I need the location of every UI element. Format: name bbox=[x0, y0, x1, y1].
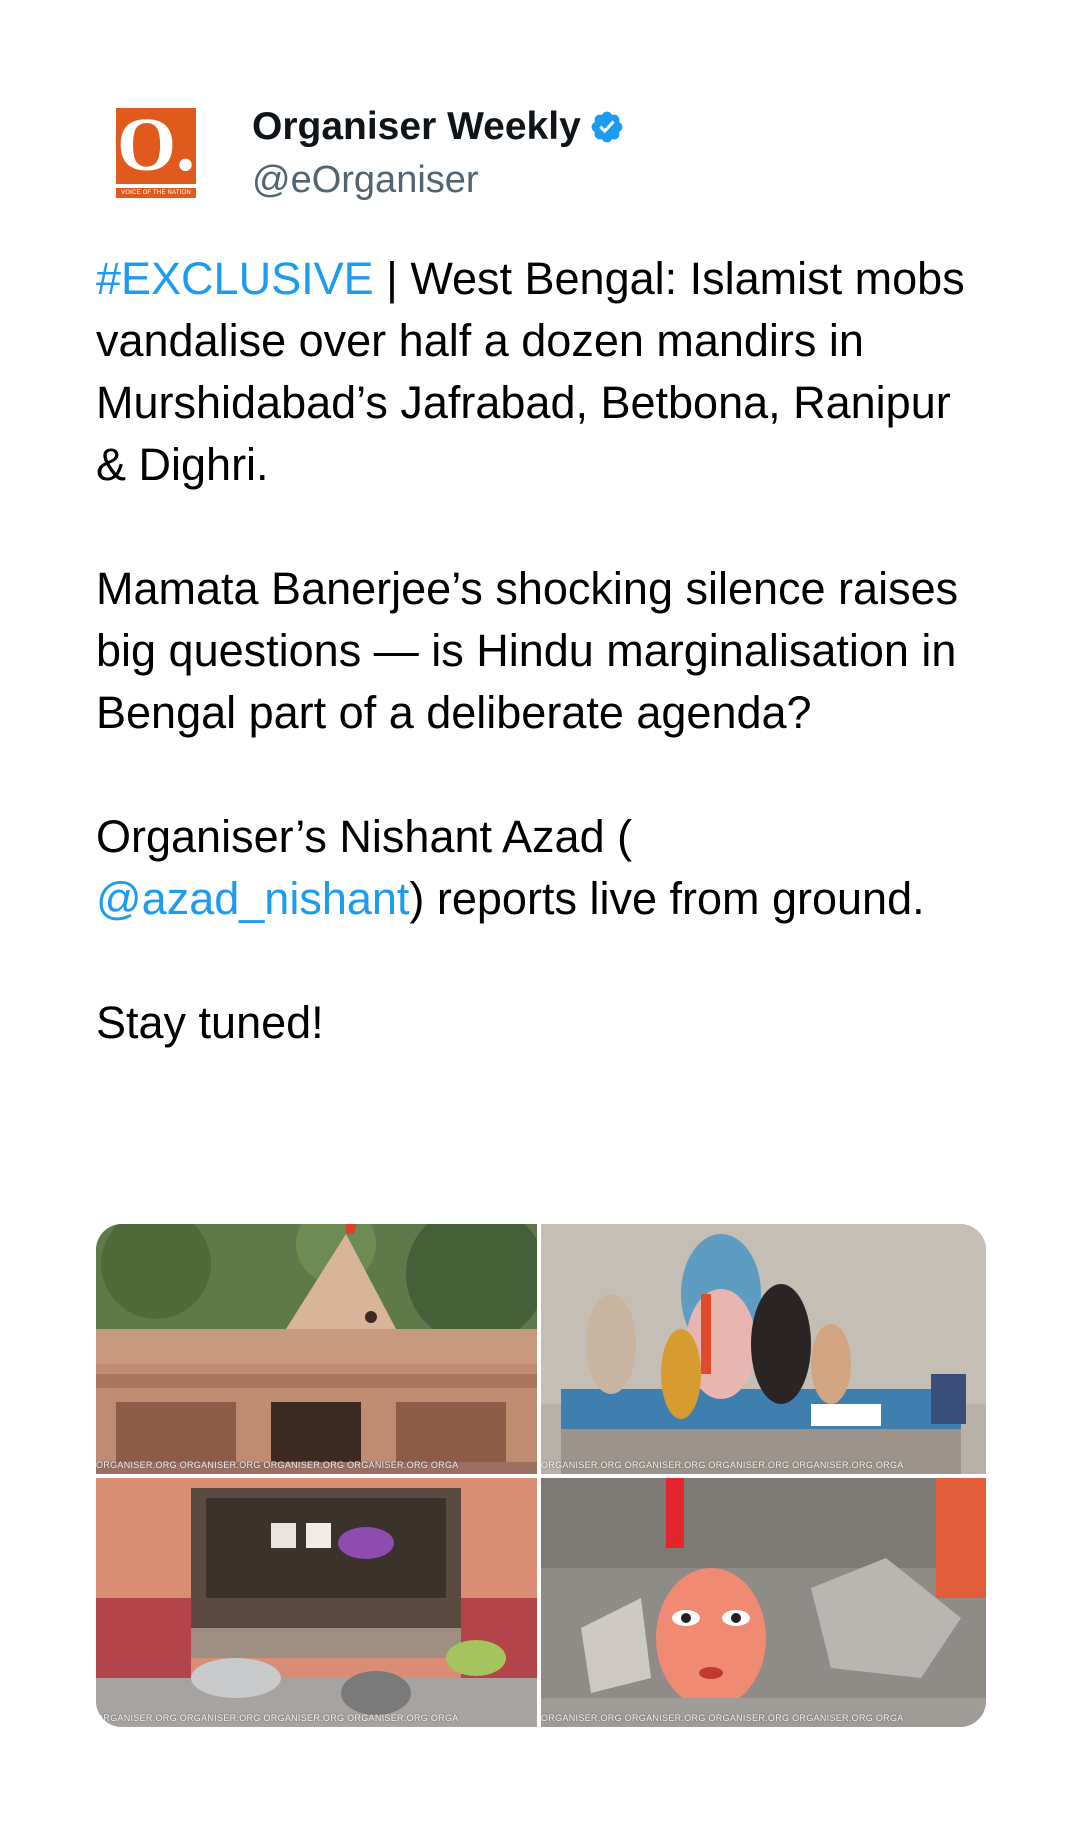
tweet-card: O. VOICE OF THE NATION Organiser Weekly … bbox=[0, 0, 1080, 1822]
temple-exterior-photo bbox=[96, 1224, 537, 1474]
media-grid: ORGANISER.ORG ORGANISER.ORG ORGANISER.OR… bbox=[96, 1224, 986, 1727]
logo-tagline: VOICE OF THE NATION bbox=[116, 188, 196, 198]
watermark-3: ORGANISER.ORG ORGANISER.ORG ORGANISER.OR… bbox=[96, 1713, 459, 1723]
tweet-paragraph-3: Organiser’s Nishant Azad ( @azad_nishant)… bbox=[96, 806, 976, 930]
media-image-4[interactable]: ORGANISER.ORG ORGANISER.ORG ORGANISER.OR… bbox=[541, 1478, 986, 1727]
ransacked-shrine-photo bbox=[96, 1478, 537, 1727]
tweet-paragraph-1: #EXCLUSIVE | West Bengal: Islamist mobs … bbox=[96, 248, 976, 496]
tweet-header: O. VOICE OF THE NATION Organiser Weekly … bbox=[112, 100, 972, 202]
watermark-1: ORGANISER.ORG ORGANISER.ORG ORGANISER.OR… bbox=[96, 1460, 459, 1470]
watermark-2: ORGANISER.ORG ORGANISER.ORG ORGANISER.OR… bbox=[541, 1460, 904, 1470]
tweet-paragraph-4: Stay tuned! bbox=[96, 997, 324, 1048]
broken-idol-face-photo bbox=[541, 1478, 986, 1727]
hashtag-link[interactable]: #EXCLUSIVE bbox=[96, 253, 374, 304]
mention-link[interactable]: @azad_nishant bbox=[96, 873, 409, 924]
media-image-2[interactable]: ORGANISER.ORG ORGANISER.ORG ORGANISER.OR… bbox=[541, 1224, 986, 1474]
watermark-4: ORGANISER.ORG ORGANISER.ORG ORGANISER.OR… bbox=[541, 1713, 904, 1723]
tweet-paragraph-3-text-b: ) reports live from ground. bbox=[409, 873, 925, 924]
damaged-idols-photo bbox=[541, 1224, 986, 1474]
account-avatar[interactable]: O. VOICE OF THE NATION bbox=[112, 103, 198, 200]
display-name-row[interactable]: Organiser Weekly bbox=[252, 104, 625, 150]
media-image-3[interactable]: ORGANISER.ORG ORGANISER.ORG ORGANISER.OR… bbox=[96, 1478, 537, 1727]
tweet-paragraph-2: Mamata Banerjee’s shocking silence raise… bbox=[96, 563, 959, 738]
display-name[interactable]: Organiser Weekly bbox=[252, 104, 581, 150]
tweet-paragraph-3-text-a: Organiser’s Nishant Azad ( bbox=[96, 811, 633, 862]
account-handle[interactable]: @eOrganiser bbox=[252, 158, 479, 202]
logo-letter: O. bbox=[116, 103, 196, 187]
tweet-text: #EXCLUSIVE | West Bengal: Islamist mobs … bbox=[96, 248, 976, 1054]
media-image-1[interactable]: ORGANISER.ORG ORGANISER.ORG ORGANISER.OR… bbox=[96, 1224, 537, 1474]
verified-badge-icon bbox=[591, 111, 623, 143]
